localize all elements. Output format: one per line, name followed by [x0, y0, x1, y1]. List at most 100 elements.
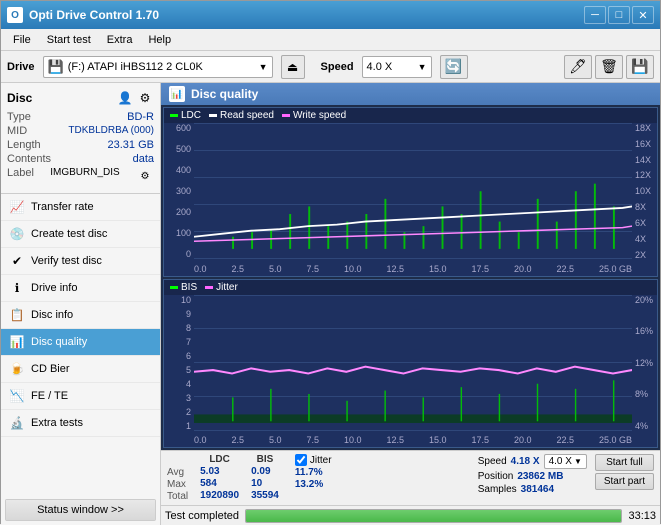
sidebar-item-drive-info[interactable]: ℹ Drive info [1, 275, 160, 302]
drive-icon: 💾 [48, 59, 64, 75]
stats-labels-col: Avg Max Total [167, 454, 188, 502]
maximize-button[interactable]: □ [608, 6, 630, 24]
speed-select-val: 4.0 X [549, 456, 572, 467]
status-window-button[interactable]: Status window >> [6, 500, 155, 520]
disc-icon-1[interactable]: 👤 [116, 89, 134, 107]
status-window: Status window >> [5, 499, 156, 521]
jitter-max: 13.2% [295, 479, 323, 490]
toolbar-icon-2[interactable]: 🗑 [595, 55, 623, 79]
start-full-button[interactable]: Start full [595, 454, 654, 471]
disc-info-label: Disc info [31, 309, 73, 321]
sidebar-item-extra-tests[interactable]: 🔬 Extra tests [1, 410, 160, 437]
jitter-label-legend: Jitter [216, 282, 238, 293]
drive-value: (F:) ATAPI iHBS112 2 CL0K [68, 61, 203, 73]
drive-dropdown-arrow: ▼ [259, 62, 268, 72]
sidebar-item-verify-test-disc[interactable]: ✔ Verify test disc [1, 248, 160, 275]
menu-file[interactable]: File [5, 32, 39, 48]
read-speed-dot [209, 114, 217, 117]
toolbar-icon-1[interactable]: 🖊 [564, 55, 592, 79]
cd-bier-icon: 🍺 [9, 361, 25, 377]
samples-label: Samples [478, 484, 517, 495]
speed-select-arrow: ▼ [574, 457, 582, 466]
chart-ldc: LDC Read speed Write speed 6005004003002… [163, 107, 658, 277]
sidebar: Disc 👤 ⚙ Type BD-R MID TDKBLDRBA (000) L… [1, 83, 161, 525]
transfer-rate-label: Transfer rate [31, 201, 94, 213]
chart1-xaxis: 0.02.55.07.510.012.515.017.520.022.525.0… [194, 260, 632, 276]
disc-label-label: Label [7, 167, 34, 185]
position-label: Position [478, 471, 514, 482]
start-part-button[interactable]: Start part [595, 473, 654, 490]
speed-select[interactable]: 4.0 X ▼ [362, 56, 432, 78]
ldc-col-header: LDC [200, 454, 239, 465]
speed-value: 4.0 X [367, 61, 393, 73]
drive-select[interactable]: 💾 (F:) ATAPI iHBS112 2 CL0K ▼ [43, 56, 273, 78]
speed-dropdown-arrow: ▼ [418, 62, 427, 72]
chart1-yaxis-left: 6005004003002001000 [164, 123, 194, 260]
titlebar-left: O Opti Drive Control 1.70 [7, 7, 159, 23]
bis-col-header: BIS [251, 454, 279, 465]
position-val: 23862 MB [517, 471, 563, 482]
mid-value: TDKBLDRBA (000) [68, 125, 154, 137]
left-stats: Avg Max Total LDC 5.03 584 1920890 BIS 0… [167, 454, 279, 502]
chart2-svg [194, 295, 632, 432]
app-icon: O [7, 7, 23, 23]
sidebar-item-transfer-rate[interactable]: 📈 Transfer rate [1, 194, 160, 221]
menubar: File Start test Extra Help [1, 29, 660, 51]
jitter-checkbox[interactable] [295, 454, 307, 466]
contents-value: data [133, 153, 154, 165]
toolbar-icon-3[interactable]: 💾 [626, 55, 654, 79]
sidebar-item-cd-bier[interactable]: 🍺 CD Bier [1, 356, 160, 383]
titlebar: O Opti Drive Control 1.70 ─ □ ✕ [1, 1, 660, 29]
speed-label: Speed [321, 61, 354, 73]
sidebar-item-fe-te[interactable]: 📉 FE / TE [1, 383, 160, 410]
jitter-col: Jitter 11.7% 13.2% [295, 454, 332, 502]
right-stats: Speed 4.18 X 4.0 X ▼ Position 23862 MB [478, 454, 654, 502]
disc-icon-2[interactable]: ⚙ [136, 89, 154, 107]
speed-stat-select[interactable]: 4.0 X ▼ [544, 454, 587, 469]
legend-jitter: Jitter [205, 282, 238, 293]
transfer-rate-icon: 📈 [9, 199, 25, 215]
sidebar-item-disc-info[interactable]: 📋 Disc info [1, 302, 160, 329]
legend-read-speed: Read speed [209, 110, 274, 121]
speed-stat-label: Speed [478, 456, 507, 467]
drive-info-icon: ℹ [9, 280, 25, 296]
chart2-yaxis-left: 10987654321 [164, 295, 194, 432]
menu-start-test[interactable]: Start test [39, 32, 99, 48]
main-layout: Disc 👤 ⚙ Type BD-R MID TDKBLDRBA (000) L… [1, 83, 660, 525]
legend-ldc: LDC [170, 110, 201, 121]
toolbar-icons: 🖊 🗑 💾 [564, 55, 654, 79]
app-title: Opti Drive Control 1.70 [29, 8, 159, 22]
ldc-total: 1920890 [200, 490, 239, 501]
bis-total: 35594 [251, 490, 279, 501]
disc-section-title: Disc [7, 91, 32, 105]
write-speed-dot [282, 114, 290, 117]
disc-quality-header: 📊 Disc quality [161, 83, 660, 105]
speed-refresh-button[interactable]: 🔄 [440, 55, 468, 79]
chart2-legend: BIS Jitter [164, 280, 657, 295]
length-value: 23.31 GB [108, 139, 154, 151]
chart2-inner: 10987654321 20%16%12%8%4% 0.02.55.07.510… [164, 295, 657, 448]
window-controls[interactable]: ─ □ ✕ [584, 6, 654, 24]
sidebar-item-create-test-disc[interactable]: 💿 Create test disc [1, 221, 160, 248]
ldc-max: 584 [200, 478, 217, 489]
status-text: Test completed [165, 510, 239, 522]
label-icon[interactable]: ⚙ [136, 167, 154, 185]
fe-te-label: FE / TE [31, 390, 68, 402]
ldc-label: LDC [181, 110, 201, 121]
disc-quality-label: Disc quality [31, 336, 87, 348]
type-value: BD-R [127, 111, 154, 123]
bis-max: 10 [251, 478, 262, 489]
menu-help[interactable]: Help [140, 32, 179, 48]
eject-button[interactable]: ⏏ [281, 55, 305, 79]
read-speed-label: Read speed [220, 110, 274, 121]
close-button[interactable]: ✕ [632, 6, 654, 24]
chart1-svg [194, 123, 632, 260]
minimize-button[interactable]: ─ [584, 6, 606, 24]
menu-extra[interactable]: Extra [99, 32, 141, 48]
content-area: 📊 Disc quality LDC Read speed [161, 83, 660, 525]
bis-dot [170, 286, 178, 289]
progress-bar [245, 509, 622, 523]
sidebar-item-disc-quality[interactable]: 📊 Disc quality [1, 329, 160, 356]
jitter-avg: 11.7% [295, 467, 323, 478]
drivebar: Drive 💾 (F:) ATAPI iHBS112 2 CL0K ▼ ⏏ Sp… [1, 51, 660, 83]
